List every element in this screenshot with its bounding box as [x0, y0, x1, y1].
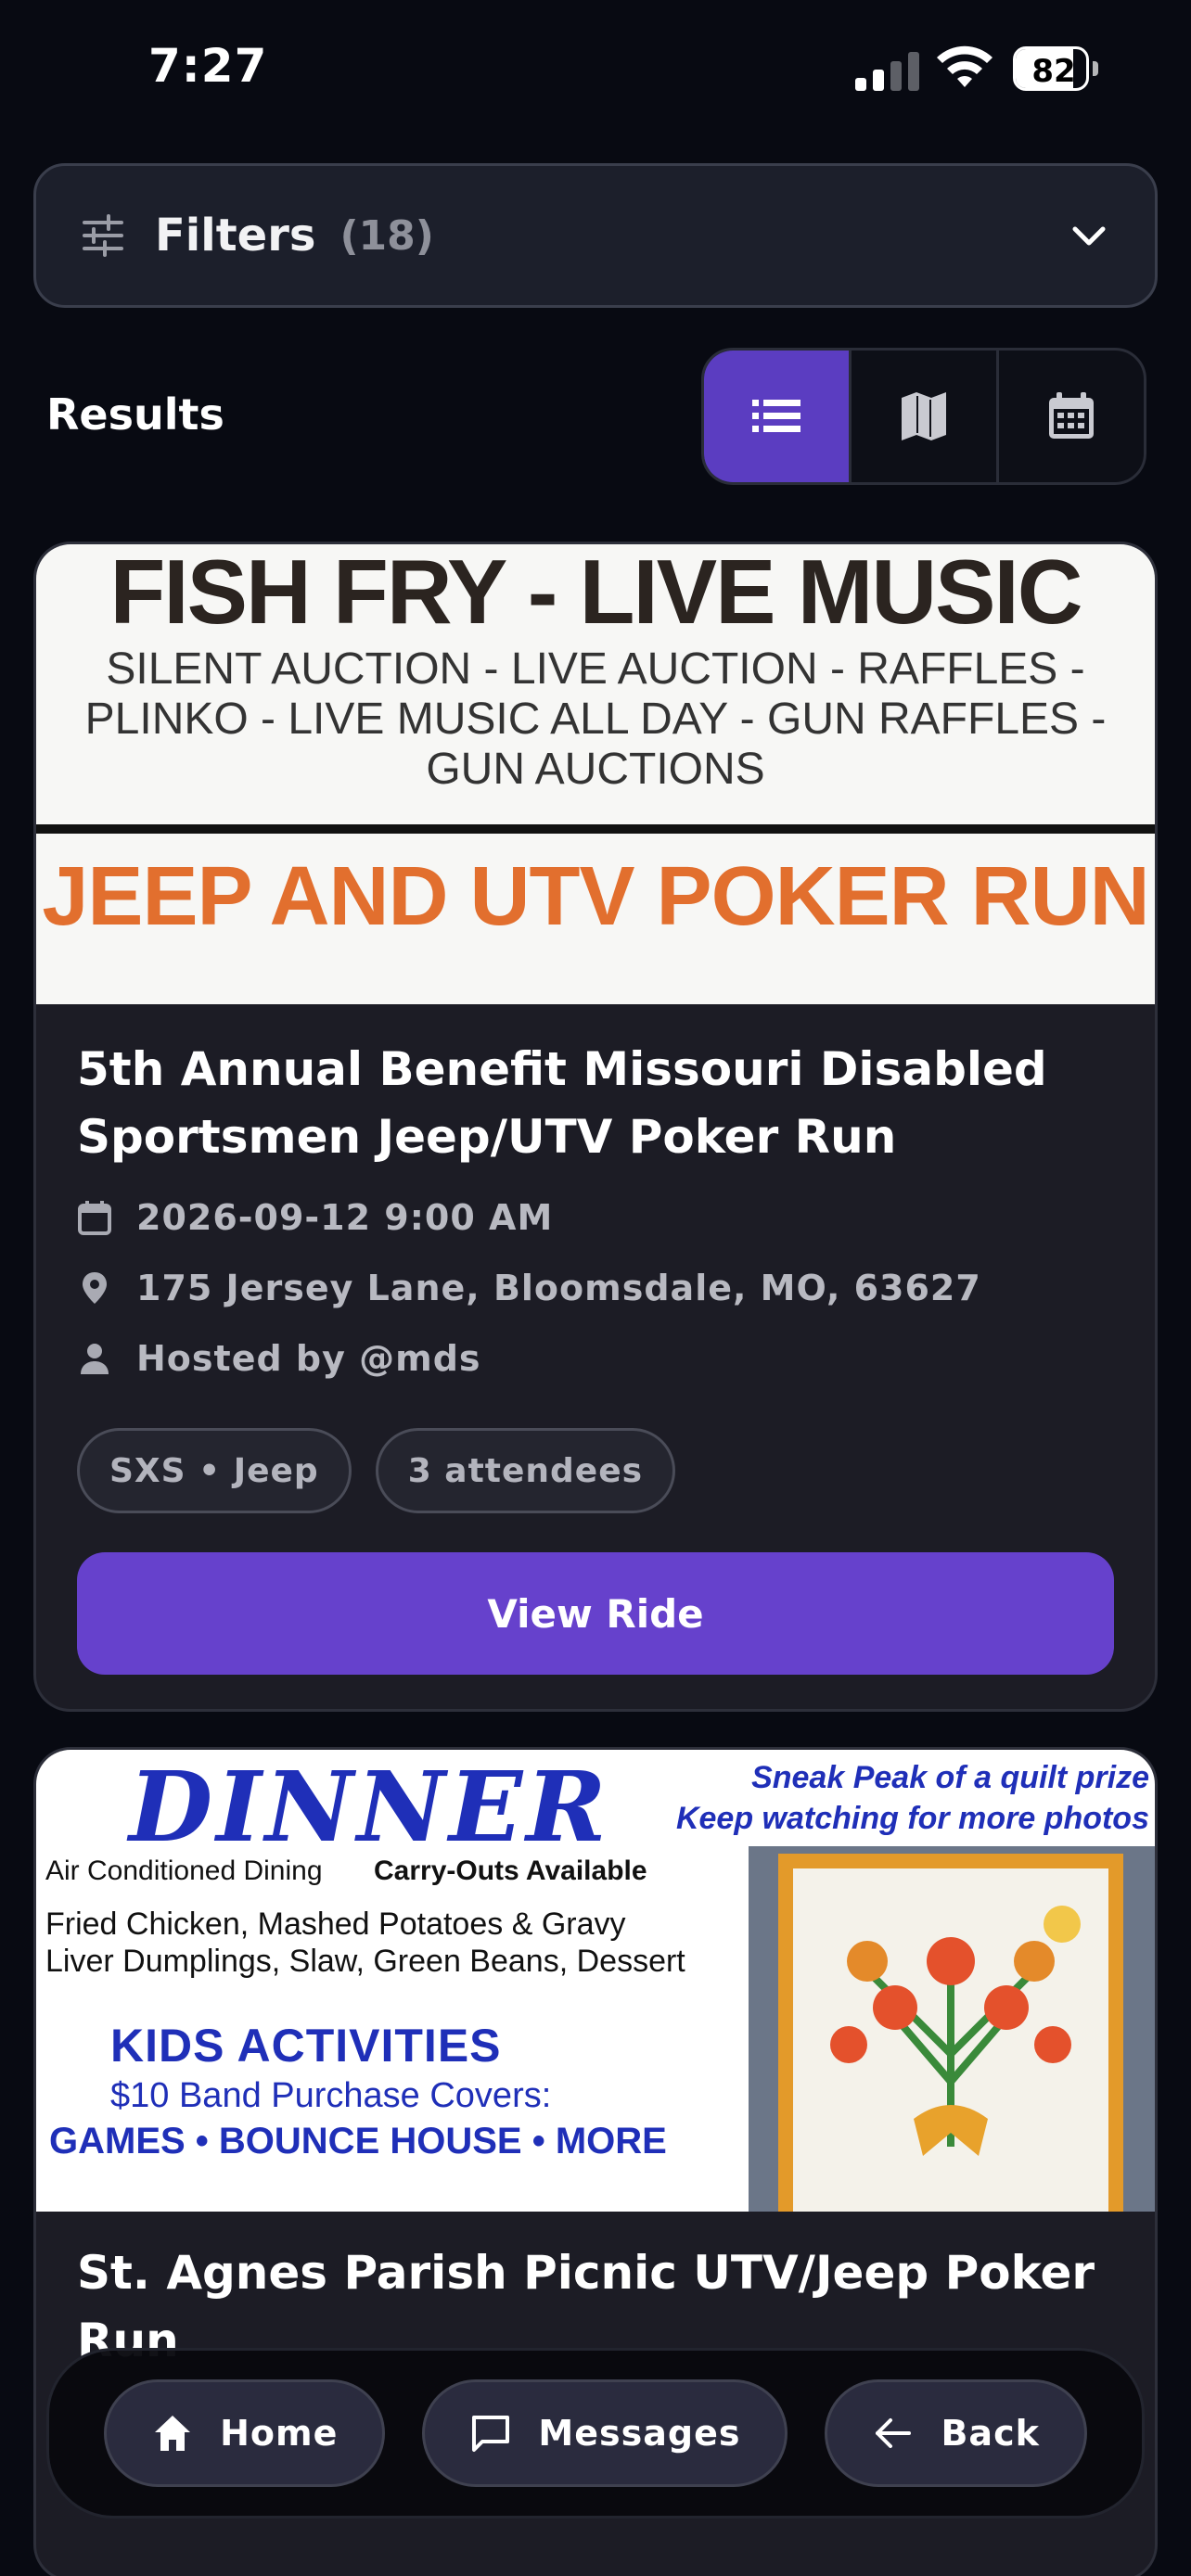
ride-host: Hosted by @mds — [77, 1330, 1114, 1387]
location-pin-icon — [83, 1272, 107, 1304]
flyer-dining: Air Conditioned Dining — [45, 1855, 323, 1886]
wifi-icon — [937, 45, 992, 87]
flower-illustration — [830, 1906, 1081, 2156]
calendar-icon — [1049, 392, 1094, 439]
battery-icon: 82 — [1013, 46, 1098, 91]
event-flyer-image: DINNER Sneak Peak of a quilt prize Keep … — [36, 1750, 1155, 2212]
calendar-icon — [78, 1201, 111, 1235]
map-icon — [902, 392, 946, 440]
status-time: 7:27 — [148, 39, 268, 93]
home-label: Home — [220, 2413, 339, 2454]
message-icon — [472, 2416, 510, 2452]
sliders-icon — [83, 214, 123, 257]
results-heading: Results — [46, 389, 224, 440]
flyer-headline: JEEP AND UTV POKER RUN — [42, 850, 1149, 943]
filters-count: (18) — [339, 211, 434, 260]
ride-card[interactable]: FISH FRY - LIVE MUSIC SILENT AUCTION - L… — [33, 542, 1158, 1712]
battery-level: 82 — [1031, 53, 1076, 90]
flyer-title: FISH FRY - LIVE MUSIC — [109, 544, 1083, 643]
event-flyer-image: FISH FRY - LIVE MUSIC SILENT AUCTION - L… — [36, 544, 1155, 1004]
list-view-button[interactable] — [704, 351, 852, 482]
view-toggle — [701, 348, 1146, 485]
filters-dropdown[interactable]: Filters (18) — [33, 163, 1158, 308]
chevron-down-icon — [1072, 226, 1106, 246]
flyer-carryout: Carry-Outs Available — [374, 1855, 647, 1886]
messages-button[interactable]: Messages — [422, 2379, 788, 2487]
bottom-nav: Home Messages Back — [46, 2348, 1145, 2519]
ride-tags: SXS • Jeep 3 attendees — [77, 1428, 1114, 1513]
attendees-chip: 3 attendees — [375, 1428, 676, 1513]
flyer-title: DINNER — [129, 1750, 610, 1864]
calendar-view-button[interactable] — [999, 351, 1144, 482]
flyer-games: GAMES • BOUNCE HOUSE • MORE — [49, 2121, 667, 2162]
flyer-kids: KIDS ACTIVITIES — [110, 2020, 502, 2072]
signal-icon — [855, 52, 919, 91]
flyer-subtitle: SILENT AUCTION - LIVE AUCTION - RAFFLES … — [84, 644, 1107, 794]
messages-label: Messages — [538, 2413, 741, 2454]
home-icon — [155, 2416, 191, 2451]
list-icon — [752, 400, 800, 432]
vehicle-type-chip: SXS • Jeep — [77, 1428, 352, 1513]
arrow-left-icon — [876, 2418, 912, 2448]
filters-label: Filters — [155, 210, 316, 261]
ride-date: 2026-09-12 9:00 AM — [77, 1189, 1114, 1246]
map-view-button[interactable] — [852, 351, 999, 482]
ride-title: 5th Annual Benefit Missouri Disabled Spo… — [77, 1042, 1047, 1164]
flyer-band: $10 Band Purchase Covers: — [110, 2076, 552, 2115]
ride-location: 175 Jersey Lane, Bloomsdale, MO, 63627 — [77, 1259, 1114, 1317]
person-icon — [81, 1344, 109, 1374]
quilt-image — [778, 1854, 1123, 2212]
home-button[interactable]: Home — [104, 2379, 386, 2487]
flyer-menu: Fried Chicken, Mashed Potatoes & Gravy L… — [45, 1906, 685, 1980]
flyer-sneak: Sneak Peak of a quilt prize Keep watchin… — [675, 1760, 1149, 1837]
back-button[interactable]: Back — [825, 2379, 1087, 2487]
back-label: Back — [941, 2413, 1040, 2454]
view-ride-button[interactable]: View Ride — [77, 1552, 1114, 1675]
